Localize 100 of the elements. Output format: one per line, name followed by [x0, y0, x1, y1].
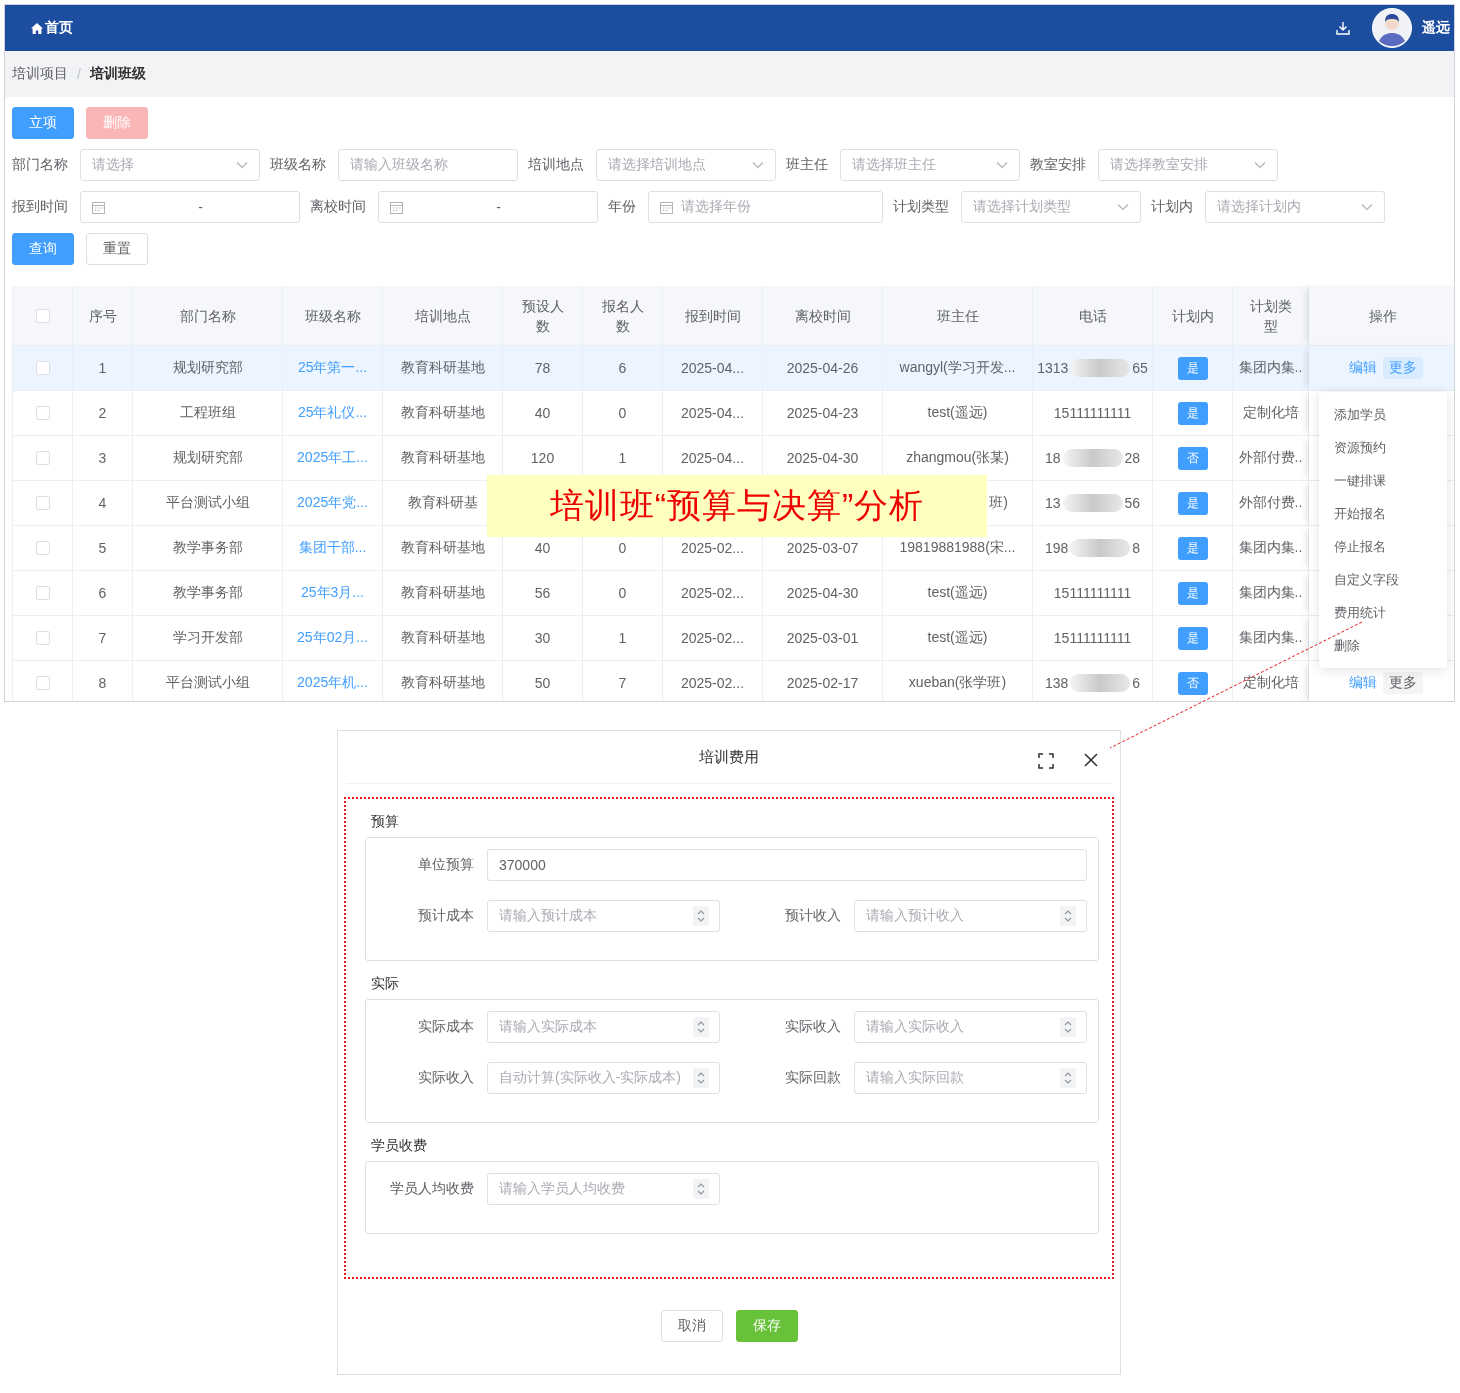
number-field[interactable]: 请输入实际回款 — [854, 1062, 1087, 1094]
menu-item[interactable]: 开始报名 — [1319, 497, 1447, 530]
filter-label: 计划类型 — [893, 198, 949, 216]
filter-label: 报到时间 — [12, 198, 68, 216]
enrolled-count: 1 — [618, 630, 627, 646]
save-button[interactable]: 保存 — [735, 1310, 798, 1342]
class-name-link[interactable]: 2025年工... — [297, 449, 368, 467]
toolbar-button[interactable]: 立项 — [12, 107, 74, 139]
column-header: 报名人数 — [583, 286, 663, 346]
stepper-icon[interactable] — [693, 1068, 709, 1088]
date-text: 2025-02... — [680, 675, 745, 691]
select-all-checkbox[interactable] — [35, 308, 50, 323]
row-checkbox[interactable] — [35, 406, 50, 420]
breadcrumb-item[interactable]: 培训项目 — [12, 65, 68, 83]
section-title: 学员收费 — [371, 1137, 428, 1155]
search-button[interactable]: 查询 — [12, 233, 74, 265]
row-checkbox[interactable] — [35, 496, 50, 510]
input-field[interactable]: 请输入班级名称 — [338, 149, 518, 181]
form-label: 实际回款 — [784, 1069, 841, 1087]
department-text: 教学事务部 — [172, 539, 243, 557]
phone-text: 8 — [1132, 540, 1141, 556]
row-checkbox[interactable] — [35, 586, 50, 600]
date-range-field[interactable]: - — [378, 191, 598, 223]
enrolled-count: 0 — [618, 585, 627, 601]
menu-item[interactable]: 停止报名 — [1319, 530, 1447, 563]
class-name-link[interactable]: 集团干部... — [298, 539, 367, 557]
redaction-mark — [1062, 449, 1123, 467]
phone-text: 15111111111 — [1053, 585, 1132, 601]
date-range-field[interactable]: - — [80, 191, 300, 223]
class-name-link[interactable]: 2025年机... — [297, 674, 368, 692]
preset-count: 50 — [534, 675, 551, 691]
number-field[interactable]: 请输入预计收入 — [854, 900, 1087, 932]
menu-item[interactable]: 删除 — [1319, 629, 1447, 662]
date-field[interactable]: 请选择年份 — [648, 191, 883, 223]
phone-text: 138 — [1044, 675, 1069, 691]
menu-item[interactable]: 自定义字段 — [1319, 563, 1447, 596]
more-button[interactable]: 更多 — [1382, 357, 1423, 379]
select-field[interactable]: 请选择教室安排 — [1098, 149, 1278, 181]
stepper-icon[interactable] — [693, 1179, 709, 1199]
number-field[interactable]: 自动计算(实际收入-实际成本) — [487, 1062, 720, 1094]
plan-tag: 是 — [1177, 491, 1208, 515]
column-header: 操作 — [1309, 286, 1454, 346]
select-field[interactable]: 请选择班主任 — [840, 149, 1020, 181]
plan-type-text: 集团内集.. — [1238, 539, 1303, 557]
row-checkbox[interactable] — [35, 451, 50, 465]
user-name[interactable]: 遥远 — [1422, 19, 1450, 37]
select-field[interactable]: 请选择计划内 — [1205, 191, 1385, 223]
stepper-icon[interactable] — [1060, 906, 1076, 926]
date-text: 2025-02... — [680, 540, 745, 556]
column-header: 计划内 — [1153, 286, 1233, 346]
number-field[interactable]: 请输入实际收入 — [854, 1011, 1087, 1043]
date-text: 2025-02... — [680, 630, 745, 646]
stepper-icon[interactable] — [1060, 1017, 1076, 1037]
enrolled-count: 1 — [618, 450, 627, 466]
fullscreen-icon[interactable] — [1038, 753, 1054, 769]
date-text: 2025-03-07 — [786, 540, 859, 556]
phone-text: 18 — [1044, 450, 1061, 466]
date-text: 2025-04... — [680, 360, 745, 376]
stepper-icon[interactable] — [1060, 1068, 1076, 1088]
chevron-down-icon — [1361, 203, 1373, 211]
location-text: 教育科研基地 — [400, 629, 485, 647]
plan-type-text: 外部付费.. — [1238, 494, 1303, 512]
close-icon[interactable] — [1084, 753, 1098, 767]
reset-button[interactable]: 重置 — [86, 233, 148, 265]
filter-label: 部门名称 — [12, 156, 68, 174]
row-checkbox[interactable] — [35, 631, 50, 645]
row-checkbox[interactable] — [35, 676, 50, 690]
download-icon[interactable] — [1336, 21, 1350, 35]
stepper-icon[interactable] — [693, 906, 709, 926]
more-button[interactable]: 更多 — [1382, 672, 1423, 694]
column-header: 培训地点 — [383, 286, 503, 346]
phone-text: 13 — [1044, 495, 1061, 511]
class-name-link[interactable]: 2025年党... — [297, 494, 368, 512]
filter-label: 班主任 — [786, 156, 828, 174]
input-field[interactable]: 370000 — [487, 849, 1087, 881]
menu-item[interactable]: 费用统计 — [1319, 596, 1447, 629]
avatar-icon[interactable] — [1372, 8, 1412, 48]
menu-item[interactable]: 资源预约 — [1319, 431, 1447, 464]
menu-item[interactable]: 一键排课 — [1319, 464, 1447, 497]
edit-link[interactable]: 编辑 — [1342, 672, 1383, 694]
home-link[interactable]: 首页 — [45, 19, 73, 37]
number-field[interactable]: 请输入学员人均收费 — [487, 1173, 720, 1205]
edit-link[interactable]: 编辑 — [1342, 357, 1383, 379]
number-field[interactable]: 请输入预计成本 — [487, 900, 720, 932]
select-field[interactable]: 请选择计划类型 — [961, 191, 1141, 223]
menu-item[interactable]: 添加学员 — [1319, 398, 1447, 431]
date-text: 2025-02... — [680, 585, 745, 601]
preset-count: 40 — [534, 405, 551, 421]
row-checkbox[interactable] — [35, 541, 50, 555]
class-name-link[interactable]: 25年02月... — [297, 629, 368, 647]
cancel-button[interactable]: 取消 — [660, 1310, 723, 1342]
class-name-link[interactable]: 25年礼仪... — [297, 404, 368, 422]
stepper-icon[interactable] — [693, 1017, 709, 1037]
date-text: 2025-04-23 — [786, 405, 859, 421]
select-field[interactable]: 请选择 — [80, 149, 260, 181]
number-field[interactable]: 请输入实际成本 — [487, 1011, 720, 1043]
class-name-link[interactable]: 25年3月... — [301, 584, 364, 602]
select-field[interactable]: 请选择培训地点 — [596, 149, 776, 181]
department-text: 平台测试小组 — [165, 494, 250, 512]
row-checkbox[interactable] — [35, 361, 50, 375]
